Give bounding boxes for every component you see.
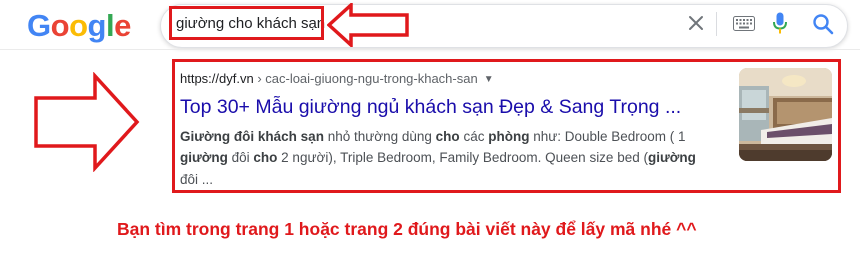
annotation-highlight-result (172, 59, 841, 193)
logo-letter: l (105, 8, 115, 43)
logo-letter: e (114, 8, 131, 43)
keyboard-icon[interactable] (733, 16, 755, 31)
annotation-arrow-right (34, 72, 140, 172)
clear-icon[interactable] (686, 13, 706, 33)
microphone-icon[interactable] (773, 12, 787, 34)
header-divider (0, 49, 860, 50)
search-divider (716, 12, 717, 36)
logo-letter: G (27, 8, 51, 43)
annotation-highlight-query (169, 6, 324, 40)
logo-letter: o (69, 8, 88, 43)
google-logo[interactable]: Google (27, 9, 131, 43)
logo-letter: g (87, 8, 107, 43)
search-icon[interactable] (812, 13, 834, 35)
annotation-caption: Bạn tìm trong trang 1 hoặc trang 2 đúng … (117, 219, 697, 239)
annotation-arrow-left (327, 3, 409, 47)
logo-letter: o (50, 8, 70, 43)
